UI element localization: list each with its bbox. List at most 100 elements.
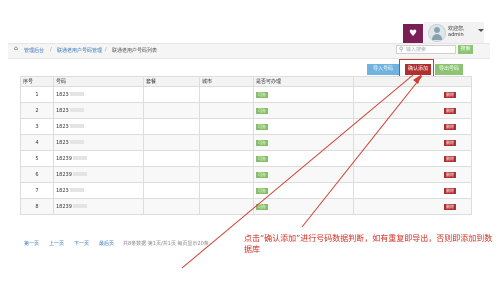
search-icon: ⚲ [399, 46, 404, 53]
row-actions: 删除 [353, 118, 472, 135]
search-button[interactable]: 搜索 [458, 45, 473, 54]
phone-number: 1823 [56, 91, 69, 98]
table-row: 6 18239 可办 删除 [20, 166, 472, 183]
delete-button[interactable]: 删除 [444, 91, 456, 98]
delete-button[interactable]: 删除 [444, 187, 456, 194]
phone-number: 18239 [56, 171, 72, 178]
row-number: 1823 [53, 118, 144, 135]
row-actions: 删除 [353, 134, 472, 151]
row-package [143, 134, 200, 151]
status-badge: 可办 [256, 187, 268, 194]
delete-button[interactable]: 删除 [444, 155, 456, 162]
annotation-text: 点击“确认添加”进行号码数据判断，如有重复即导出，否则即添加到数据库 [244, 234, 493, 254]
status-badge: 可办 [256, 139, 268, 146]
table-row: 8 18239 可办 删除 [20, 198, 472, 215]
breadcrumb-item-manage[interactable]: 联通老用户号码管理 [57, 47, 102, 54]
table-row: 5 18239 可办 删除 [20, 150, 472, 167]
delete-button[interactable]: 删除 [444, 107, 456, 114]
row-city [199, 166, 254, 183]
redacted-digits [69, 124, 84, 128]
row-city [199, 118, 254, 135]
row-number: 1823 [53, 182, 144, 199]
row-status: 可办 [253, 134, 354, 151]
row-package [143, 102, 200, 119]
row-no: 4 [20, 134, 54, 151]
redacted-digits [72, 156, 87, 160]
bell-icon[interactable]: ♥ [403, 24, 423, 44]
row-number: 18239 [53, 198, 144, 215]
phone-number: 1823 [56, 187, 69, 194]
export-button[interactable]: 导出号码 [435, 64, 463, 75]
row-number: 18239 [53, 166, 144, 183]
row-actions: 删除 [353, 166, 472, 183]
status-badge: 可办 [256, 123, 268, 130]
redacted-digits [69, 92, 84, 96]
row-city [199, 150, 254, 167]
row-package [143, 166, 200, 183]
row-city [199, 102, 254, 119]
delete-button[interactable]: 删除 [444, 139, 456, 146]
table-row: 7 1823 可办 删除 [20, 182, 472, 199]
pager-prev[interactable]: 上一页 [49, 240, 64, 247]
delete-button[interactable]: 删除 [444, 203, 456, 210]
phone-number: 1823 [56, 139, 69, 146]
breadcrumb-separator: / [50, 47, 52, 53]
avatar[interactable] [428, 24, 446, 42]
pager-last[interactable]: 最后页 [99, 240, 114, 247]
phone-number: 1823 [56, 107, 69, 114]
pager-next[interactable]: 下一页 [74, 240, 89, 247]
import-button[interactable]: 导入号码 [367, 64, 399, 75]
row-no: 8 [20, 198, 54, 215]
row-status: 可办 [253, 182, 354, 199]
redacted-digits [69, 108, 84, 112]
status-badge: 可办 [256, 91, 268, 98]
status-badge: 可办 [256, 203, 268, 210]
status-badge: 可办 [256, 171, 268, 178]
row-status: 可办 [253, 150, 354, 167]
column-header-number: 号码 [53, 76, 144, 87]
chevron-down-icon[interactable] [478, 29, 484, 32]
redacted-digits [72, 204, 87, 208]
row-status: 可办 [253, 198, 354, 215]
status-badge: 可办 [256, 155, 268, 162]
row-status: 可办 [253, 166, 354, 183]
row-number: 1823 [53, 102, 144, 119]
column-header-actions [353, 76, 472, 87]
row-package [143, 86, 200, 103]
row-actions: 删除 [353, 86, 472, 103]
table-row: 4 1823 可办 删除 [20, 134, 472, 151]
row-package [143, 182, 200, 199]
status-badge: 可办 [256, 107, 268, 114]
row-city [199, 182, 254, 199]
search-input[interactable]: 输入搜索 [396, 45, 456, 54]
user-greeting: 欢迎您, [448, 26, 465, 32]
delete-button[interactable]: 删除 [444, 123, 456, 130]
row-actions: 删除 [353, 150, 472, 167]
row-package [143, 198, 200, 215]
row-no: 7 [20, 182, 54, 199]
row-no: 5 [20, 150, 54, 167]
row-package [143, 150, 200, 167]
delete-button[interactable]: 删除 [444, 171, 456, 178]
phone-number: 18239 [56, 155, 72, 162]
row-actions: 删除 [353, 198, 472, 215]
home-icon[interactable]: ⌂ [14, 46, 21, 52]
pager-first[interactable]: 第一页 [24, 240, 39, 247]
phone-number: 18239 [56, 203, 72, 210]
table-row: 3 1823 可办 删除 [20, 118, 472, 135]
breadcrumb-item-admin[interactable]: 管理后台 [24, 47, 44, 54]
row-no: 3 [20, 118, 54, 135]
row-actions: 删除 [353, 182, 472, 199]
pager-info: 共8条数据 第1页/共1页 每页显示20条 [123, 241, 209, 247]
row-number: 1823 [53, 134, 144, 151]
row-city [199, 86, 254, 103]
row-city [199, 198, 254, 215]
number-table: 序号 号码 套餐 城市 是否可办理 1 1823 可办 删除 2 1823 可办… [20, 76, 472, 215]
redacted-digits [72, 172, 87, 176]
row-no: 2 [20, 102, 54, 119]
redacted-digits [69, 188, 84, 192]
breadcrumb-separator: / [105, 47, 107, 53]
column-header-available: 是否可办理 [253, 76, 354, 87]
row-city [199, 134, 254, 151]
user-name: admin [448, 32, 464, 38]
